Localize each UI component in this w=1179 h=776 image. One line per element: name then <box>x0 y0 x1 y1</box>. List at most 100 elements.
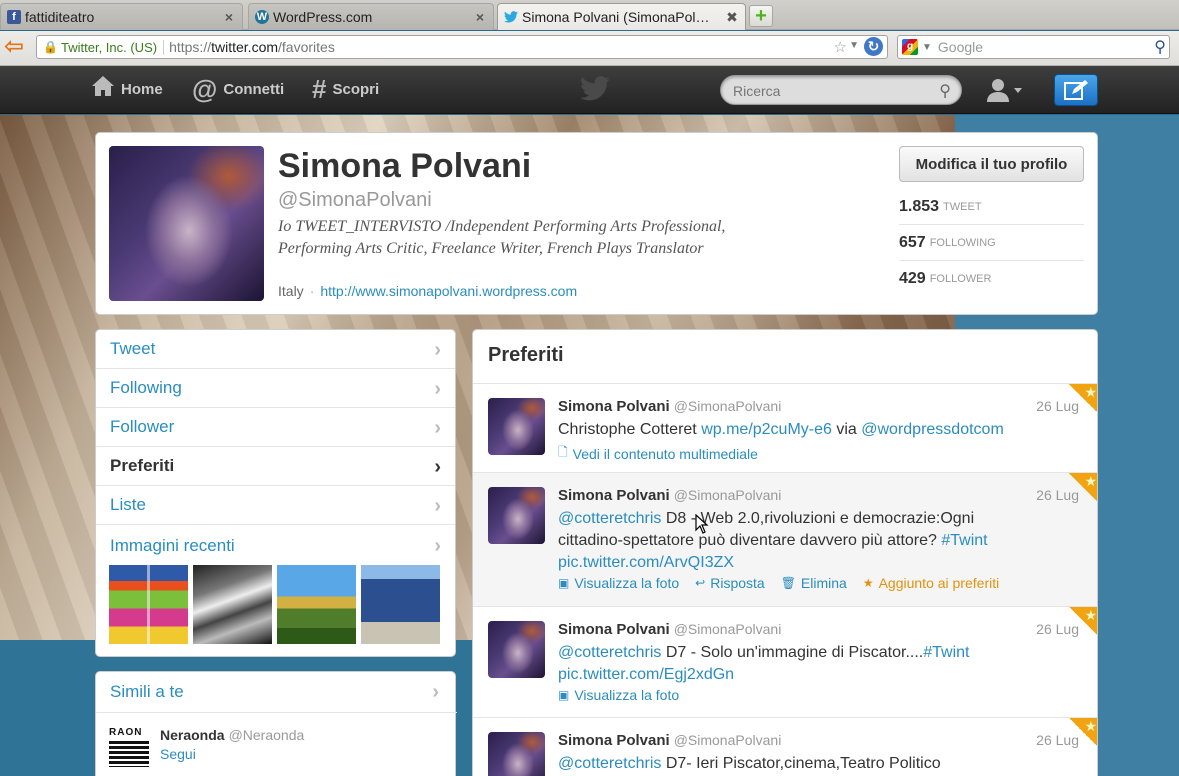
tweet-author-name: Simona Polvani <box>558 732 670 749</box>
similar-user-name[interactable]: Neraonda @Neraonda <box>160 727 304 743</box>
action-label: Risposta <box>710 575 765 591</box>
profile-handle: @SimonaPolvani <box>278 189 432 211</box>
chevron-right-icon: › <box>434 339 441 361</box>
tweet-text: @cotteretchris D7- Ieri Piscator,cinema,… <box>558 753 1028 775</box>
photo-icon: ▣ <box>558 576 570 590</box>
divider <box>96 712 457 713</box>
search-icon[interactable]: ⚲ <box>1154 37 1166 57</box>
similar-user-fullname: Neraonda <box>160 727 225 743</box>
view-photo-action[interactable]: ▣ Visualizza la foto <box>558 575 679 591</box>
sidebar-item-preferiti[interactable]: Preferiti › <box>96 447 455 486</box>
chevron-right-icon[interactable]: › <box>432 681 439 704</box>
google-icon[interactable]: g <box>902 39 918 55</box>
search-input[interactable] <box>733 82 933 100</box>
close-icon[interactable]: × <box>473 10 487 24</box>
browser-tab-wordpress[interactable]: W WordPress.com × <box>248 3 494 30</box>
avatar[interactable]: RAON <box>109 727 149 767</box>
avatar[interactable] <box>488 732 545 776</box>
back-arrow-icon[interactable]: ⇦ <box>2 35 26 59</box>
delete-action[interactable]: 🗑 Elimina <box>781 575 847 591</box>
tweet-text: @cotteretchris D7 - Solo un'immagine di … <box>558 642 1028 686</box>
edit-profile-button[interactable]: Modifica il tuo profilo <box>899 146 1084 182</box>
at-icon: @ <box>192 73 218 104</box>
recent-image-thumbnail[interactable] <box>109 565 188 644</box>
sidebar-item-label: Preferiti <box>110 456 175 475</box>
avatar[interactable] <box>488 487 545 544</box>
browser-search-bar[interactable]: g ▼ Google ⚲ <box>897 35 1170 59</box>
tweet-mention[interactable]: @wordpressdotcom <box>861 421 1004 438</box>
reply-action[interactable]: ↩ Risposta <box>695 575 765 591</box>
tweet-pic-link[interactable]: pic.twitter.com/Egj2xdGn <box>558 666 734 683</box>
stat-follower[interactable]: 429 FOLLOWER <box>899 261 1084 297</box>
bookmark-star-icon[interactable]: ☆ <box>834 38 847 56</box>
follow-button[interactable]: Segui <box>160 746 196 762</box>
profile-avatar[interactable] <box>109 146 264 301</box>
nav-connetti-label: Connetti <box>223 80 285 98</box>
photo-icon: ▣ <box>558 688 570 702</box>
sidebar-item-follower[interactable]: Follower › <box>96 408 455 447</box>
mouse-cursor-icon <box>695 514 709 534</box>
tweet-author[interactable]: Simona Polvani @SimonaPolvani <box>558 621 781 638</box>
nav-home[interactable]: Home <box>91 66 163 112</box>
stat-follower-label: FOLLOWER <box>929 273 992 285</box>
sidebar-item-liste[interactable]: Liste › <box>96 486 455 525</box>
profile-bio: Io TWEET_INTERVISTO /Independent Perform… <box>278 218 726 257</box>
url-text[interactable]: https://twitter.com/favorites <box>169 39 335 55</box>
chevron-down-icon[interactable]: ▼ <box>849 40 859 51</box>
avatar[interactable] <box>488 621 545 678</box>
close-icon[interactable]: × <box>222 10 236 24</box>
recent-image-thumbnail[interactable] <box>193 565 272 644</box>
view-photo-action[interactable]: ▣ Visualizza la foto <box>558 687 679 703</box>
tweet-author[interactable]: Simona Polvani @SimonaPolvani <box>558 398 781 415</box>
nav-scopri[interactable]: # Scopri <box>312 66 379 112</box>
search-field[interactable]: ⚲ <box>720 75 962 105</box>
site-identity[interactable]: Twitter, Inc. (US) <box>61 39 165 55</box>
tweet-item[interactable]: Simona Polvani @SimonaPolvani 26 Lug @cot… <box>473 718 1097 776</box>
tweet-author[interactable]: Simona Polvani @SimonaPolvani <box>558 732 781 749</box>
trash-icon: 🗑 <box>780 576 796 590</box>
similar-title[interactable]: Simili a te <box>110 682 184 702</box>
browser-tab-twitter[interactable]: Simona Polvani (SimonaPol… ✖ <box>497 3 746 30</box>
search-placeholder: Google <box>937 39 984 55</box>
tweet-hashtag[interactable]: #Twint <box>941 532 987 549</box>
profile-website-link[interactable]: http://www.simonapolvani.wordpress.com <box>320 283 577 299</box>
hash-icon: # <box>312 73 327 104</box>
tweet-item[interactable]: Simona Polvani @SimonaPolvani 26 Lug @cot… <box>473 607 1097 718</box>
tweet-item[interactable]: Simona Polvani @SimonaPolvani 26 Lug @cot… <box>473 473 1097 607</box>
tweet-mention[interactable]: @cotteretchris <box>558 755 661 772</box>
favorite-corner-badge: ★ <box>1069 384 1097 414</box>
stat-following[interactable]: 657 FOLLOWING <box>899 225 1084 261</box>
tweet-hashtag[interactable]: #Twint <box>923 644 969 661</box>
recent-image-thumbnail[interactable] <box>361 565 440 644</box>
sidebar-item-tweet[interactable]: Tweet › <box>96 330 455 369</box>
browser-tab-fattiditeatro[interactable]: f fattiditeatro × <box>0 3 243 30</box>
favorite-corner-badge: ★ <box>1069 718 1097 748</box>
user-menu[interactable] <box>986 78 1026 102</box>
url-scheme: https:// <box>169 39 212 55</box>
reload-icon[interactable]: ↻ <box>864 37 883 56</box>
compose-tweet-button[interactable] <box>1054 74 1098 106</box>
address-bar[interactable]: 🔒 Twitter, Inc. (US) https://twitter.com… <box>36 35 888 59</box>
new-tab-button[interactable]: + <box>749 5 773 27</box>
unfavorite-action[interactable]: ★ Aggiunto ai preferiti <box>863 575 999 591</box>
wordpress-icon: W <box>255 10 269 24</box>
recent-image-thumbnail[interactable] <box>277 565 356 644</box>
tweet-author[interactable]: Simona Polvani @SimonaPolvani <box>558 487 781 504</box>
avatar[interactable] <box>488 398 545 455</box>
tweet-pic-link[interactable]: pic.twitter.com/ArvQI3ZX <box>558 554 734 571</box>
tweet-mention[interactable]: @cotteretchris <box>558 510 661 527</box>
close-icon[interactable]: ✖ <box>725 10 739 24</box>
chevron-down-icon[interactable]: ▼ <box>922 42 932 53</box>
nav-connetti[interactable]: @ Connetti <box>192 66 284 112</box>
sidebar-item-following[interactable]: Following › <box>96 369 455 408</box>
stat-tweet[interactable]: 1.853 TWEET <box>899 189 1084 225</box>
tweet-link[interactable]: wp.me/p2cuMy-e6 <box>701 421 832 438</box>
sidebar-item-immagini-recenti[interactable]: Immagini recenti › <box>96 526 455 565</box>
twitter-bird-icon[interactable] <box>580 76 612 102</box>
chevron-right-icon: › <box>434 495 441 517</box>
search-icon[interactable]: ⚲ <box>939 81 951 101</box>
tweet-author-name: Simona Polvani <box>558 398 670 415</box>
tweet-item[interactable]: Simona Polvani @SimonaPolvani 26 Lug Chri… <box>473 384 1097 473</box>
tweet-mention[interactable]: @cotteretchris <box>558 644 661 661</box>
view-media-action[interactable]: 🗋 Vedi il contenuto multimediale <box>558 443 758 464</box>
